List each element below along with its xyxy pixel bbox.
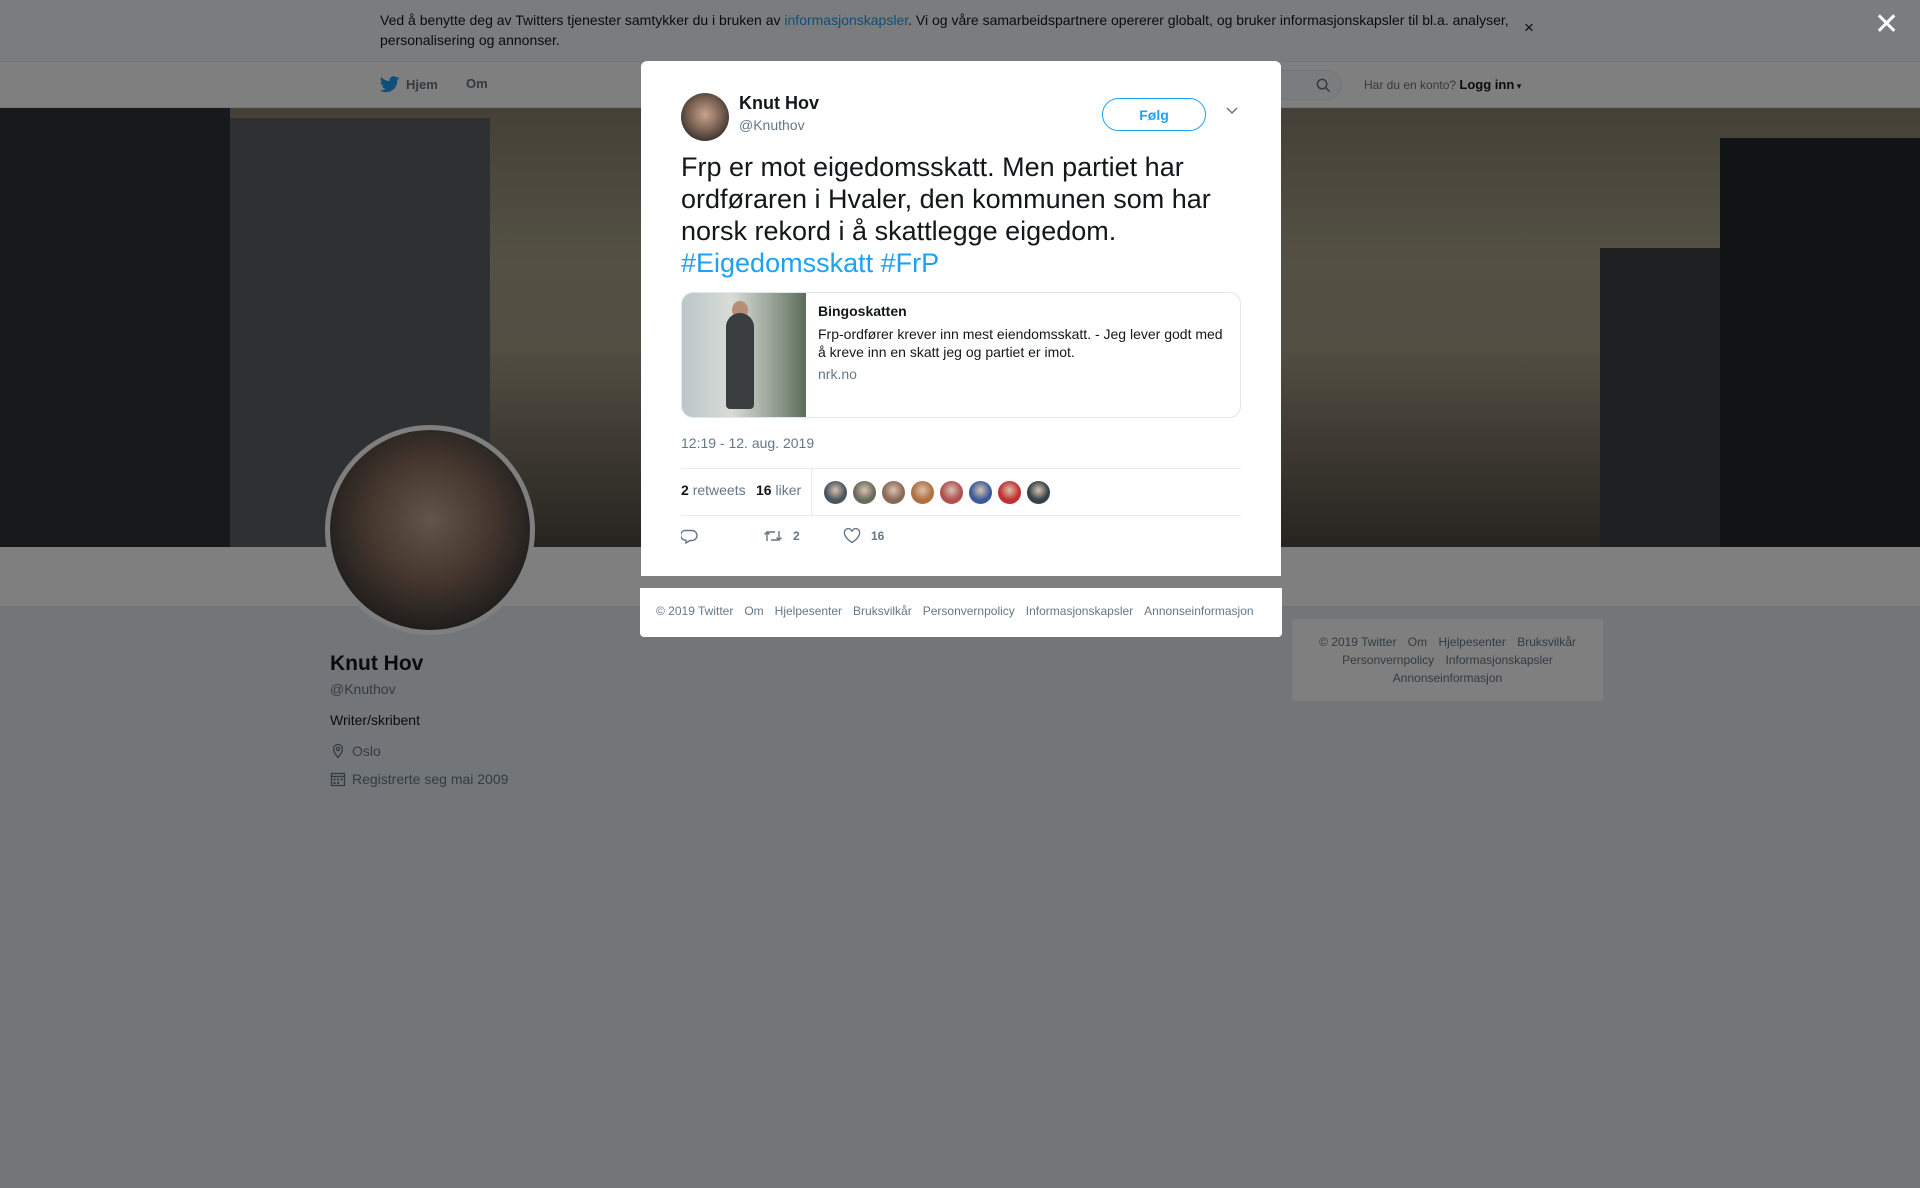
like-label: liker xyxy=(775,482,802,498)
footer-link-help[interactable]: Hjelpesenter xyxy=(775,604,842,618)
close-icon[interactable]: ✕ xyxy=(1874,10,1899,40)
chevron-down-icon[interactable] xyxy=(1225,105,1239,115)
liker-avatar[interactable] xyxy=(939,480,964,505)
liker-avatar[interactable] xyxy=(910,480,935,505)
modal-footer: © 2019 Twitter Om Hjelpesenter Bruksvilkår P… xyxy=(640,588,1282,637)
heart-icon xyxy=(843,528,861,544)
retweet-action-count: 2 xyxy=(793,529,800,543)
liker-avatar[interactable] xyxy=(852,480,877,505)
tweet-actions: 2 16 xyxy=(681,528,1241,552)
tweet-author-avatar[interactable] xyxy=(681,93,729,141)
footer-link-terms[interactable]: Bruksvilkår xyxy=(853,604,912,618)
tweet-author-name[interactable]: Knut Hov xyxy=(739,93,819,114)
like-action-count: 16 xyxy=(871,529,885,543)
liker-avatar[interactable] xyxy=(823,480,848,505)
card-domain: nrk.no xyxy=(818,366,857,382)
footer-link-cookies[interactable]: Informasjonskapsler xyxy=(1026,604,1133,618)
tweet-text: Frp er mot eigedomsskatt. Men partiet ha… xyxy=(681,151,1251,279)
liker-avatar[interactable] xyxy=(968,480,993,505)
retweet-stat[interactable]: 2 retweets xyxy=(681,482,746,498)
retweet-button[interactable]: 2 xyxy=(763,528,800,544)
retweet-label: retweets xyxy=(692,482,746,498)
reply-button[interactable] xyxy=(681,528,709,544)
retweet-count: 2 xyxy=(681,482,689,498)
card-title: Bingoskatten xyxy=(818,303,907,319)
footer-copyright: © 2019 Twitter xyxy=(656,604,734,618)
like-count: 16 xyxy=(756,482,772,498)
card-description: Frp-ordfører krever inn mest eiendomsska… xyxy=(818,326,1223,360)
stats-divider xyxy=(811,469,812,516)
liker-avatar[interactable] xyxy=(1026,480,1051,505)
footer-link-about[interactable]: Om xyxy=(744,604,763,618)
hashtag-link[interactable]: #Eigedomsskatt xyxy=(681,248,873,278)
retweet-icon xyxy=(764,531,782,541)
thumbnail-person-body xyxy=(726,313,754,409)
tweet-stats: 2 retweets 16 liker xyxy=(681,468,1241,516)
tweet-body: Frp er mot eigedomsskatt. Men partiet ha… xyxy=(681,152,1211,246)
liker-avatar[interactable] xyxy=(881,480,906,505)
tweet-author-handle[interactable]: @Knuthov xyxy=(739,117,805,133)
like-stat[interactable]: 16 liker xyxy=(756,482,801,498)
reply-icon xyxy=(681,529,698,544)
footer-link-privacy[interactable]: Personvernpolicy xyxy=(923,604,1015,618)
like-button[interactable]: 16 xyxy=(843,528,884,544)
hashtag-link[interactable]: #FrP xyxy=(881,248,940,278)
tweet-modal: Knut Hov @Knuthov Følg Frp er mot eigedo… xyxy=(641,61,1281,576)
footer-link-ads[interactable]: Annonseinformasjon xyxy=(1144,604,1253,618)
link-preview-card[interactable]: Bingoskatten Frp-ordfører krever inn mes… xyxy=(681,292,1241,418)
liker-avatars xyxy=(823,480,1055,505)
card-thumbnail xyxy=(682,293,806,417)
follow-button[interactable]: Følg xyxy=(1102,98,1206,131)
tweet-timestamp[interactable]: 12:19 - 12. aug. 2019 xyxy=(681,435,814,451)
liker-avatar[interactable] xyxy=(997,480,1022,505)
